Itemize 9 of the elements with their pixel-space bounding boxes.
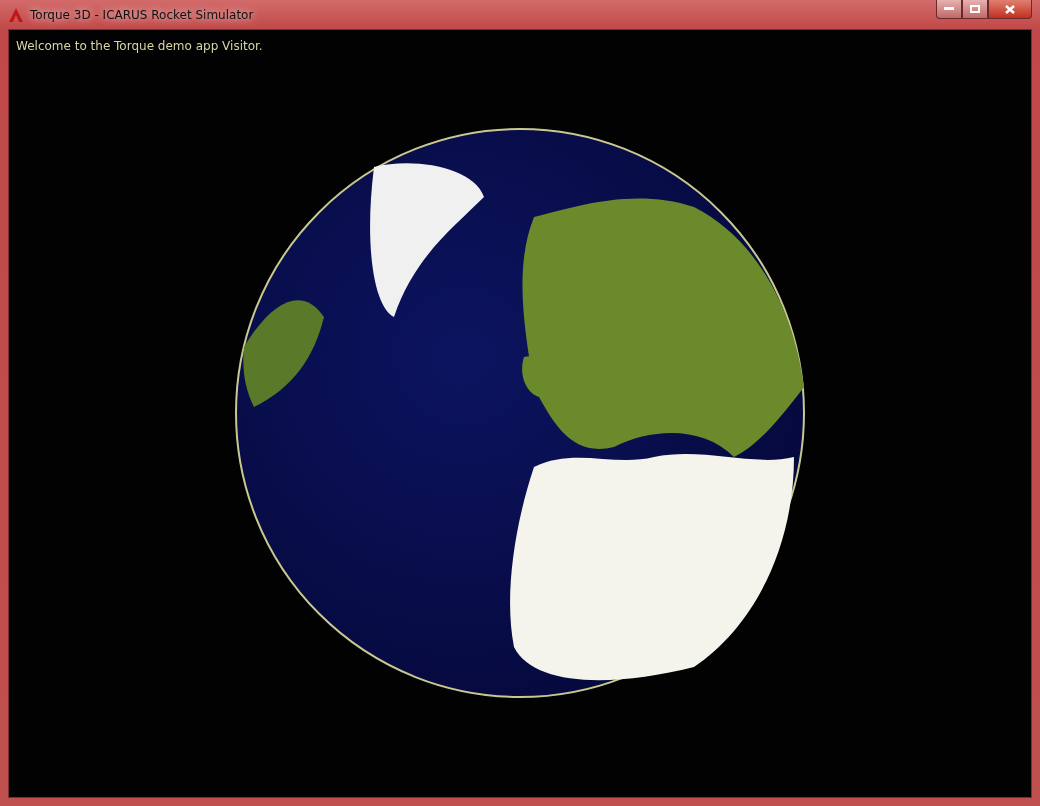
- close-icon: [1005, 4, 1015, 14]
- welcome-message: Welcome to the Torque demo app Visitor.: [16, 39, 263, 53]
- close-button[interactable]: [988, 0, 1032, 19]
- maximize-button[interactable]: [962, 0, 988, 19]
- window-title: Torque 3D - ICARUS Rocket Simulator: [30, 7, 254, 22]
- minimize-icon: [944, 7, 954, 11]
- minimize-button[interactable]: [936, 0, 962, 19]
- app-logo-icon: [8, 6, 24, 23]
- maximize-icon: [970, 5, 980, 13]
